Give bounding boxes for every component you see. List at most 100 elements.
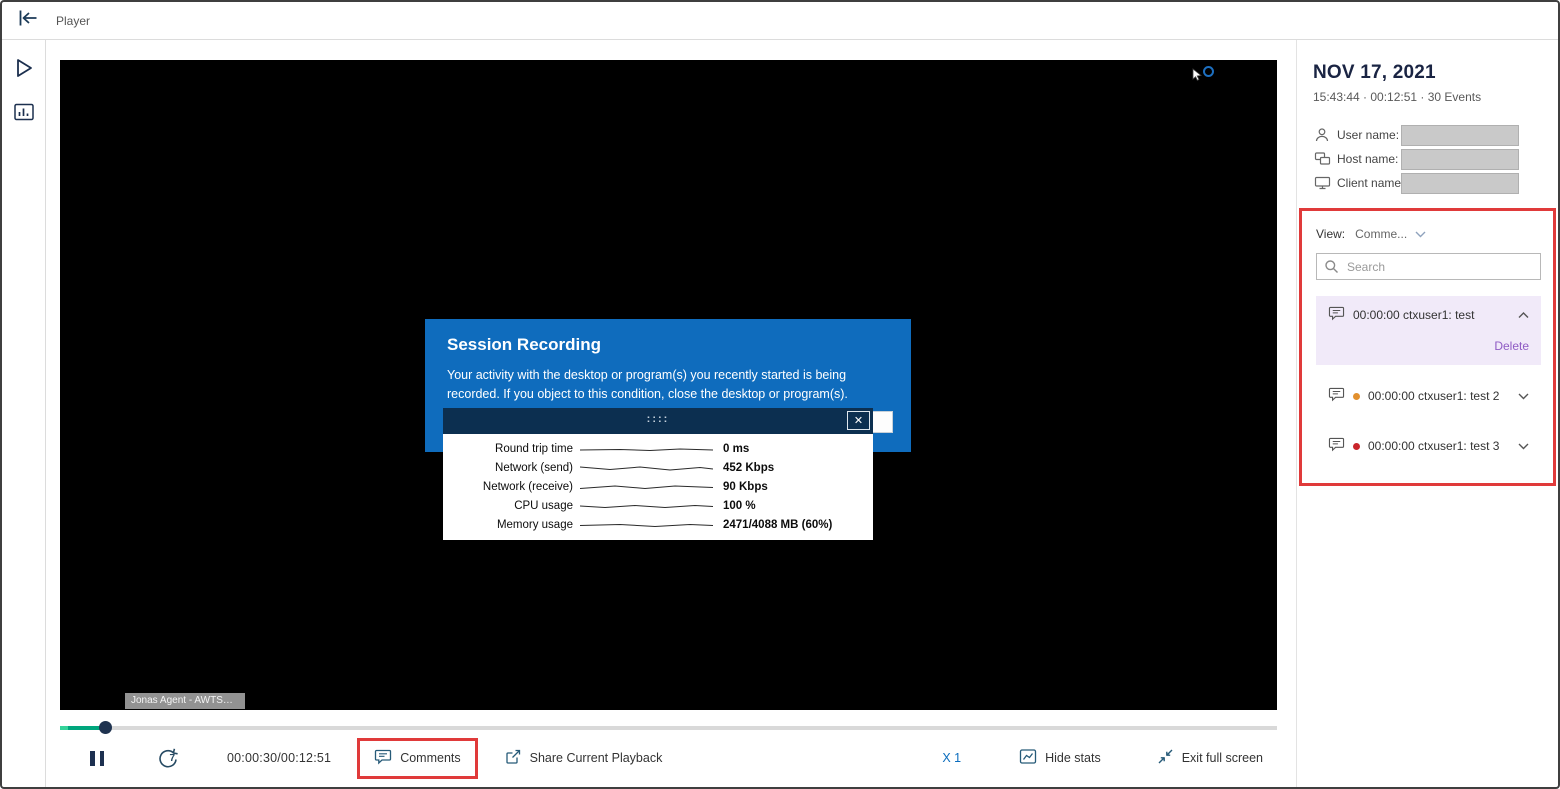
chevron-down-icon xyxy=(1518,443,1529,450)
play-icon xyxy=(14,57,34,84)
drag-handle-icon[interactable]: :::: xyxy=(647,415,670,423)
pause-icon xyxy=(90,751,104,766)
hide-stats-label: Hide stats xyxy=(1045,751,1101,765)
comment-actions: Delete xyxy=(1328,337,1529,355)
field-label: Client name: xyxy=(1337,176,1395,190)
comment-item[interactable]: 00:00:00 ctxuser1: test 3 xyxy=(1316,427,1541,465)
control-bar: 7 00:00:30/00:12:51 Comments Share Curre… xyxy=(60,734,1277,782)
chevron-down-icon xyxy=(1518,393,1529,400)
field-label: User name: xyxy=(1337,128,1395,142)
recording-info-panel: NOV 17, 2021 15:43:44 · 00:12:51 · 30 Ev… xyxy=(1296,40,1558,787)
sparkline-icon xyxy=(580,443,713,455)
comment-header[interactable]: 00:00:00 ctxuser1: test xyxy=(1328,306,1529,324)
stat-value: 452 Kbps xyxy=(713,462,774,474)
user-name-row: User name: xyxy=(1313,124,1548,146)
bar-chart-icon xyxy=(13,102,35,127)
exit-fullscreen-button[interactable]: Exit full screen xyxy=(1157,748,1263,768)
close-icon[interactable]: ✕ xyxy=(847,411,870,430)
events-stats-tab[interactable] xyxy=(12,102,36,126)
search-input[interactable] xyxy=(1316,253,1541,280)
comment-header[interactable]: 00:00:00 ctxuser1: test 3 xyxy=(1328,437,1529,455)
comment-icon xyxy=(1328,387,1345,405)
back-button[interactable] xyxy=(16,10,40,32)
seek-track[interactable] xyxy=(60,726,1277,730)
comment-icon xyxy=(1328,306,1345,324)
view-row: View: Comme... xyxy=(1316,227,1541,241)
search-icon xyxy=(1324,259,1339,279)
field-label: Host name: xyxy=(1337,152,1395,166)
comment-icon xyxy=(1328,437,1345,455)
comment-text: 00:00:00 ctxuser1: test 3 xyxy=(1368,439,1499,453)
redacted-value xyxy=(1401,125,1519,146)
host-name-row: Host name: xyxy=(1313,148,1548,170)
orange-dot-icon xyxy=(1353,393,1360,400)
stat-label: Network (send) xyxy=(443,462,580,474)
stat-value: 90 Kbps xyxy=(713,481,768,493)
comments-button[interactable]: Comments xyxy=(400,751,460,765)
sparkline-icon xyxy=(580,481,713,493)
rewind-interval-label: 7 xyxy=(169,753,175,764)
control-bar-right: X 1 Hide stats Exit full screen xyxy=(942,748,1277,768)
stat-row: Network (send) 452 Kbps xyxy=(443,458,873,477)
view-label: View: xyxy=(1316,227,1345,241)
host-icon xyxy=(1313,151,1331,167)
identity-fields: User name: Host name: Client name: xyxy=(1313,124,1548,194)
topbar: Player xyxy=(2,2,1558,40)
sparkline-icon xyxy=(580,519,713,531)
comment-item[interactable]: 00:00:00 ctxuser1: test Delete xyxy=(1316,296,1541,365)
seek-played xyxy=(60,726,104,730)
stat-row: Memory usage 2471/4088 MB (60%) xyxy=(443,515,873,534)
connection-stats-overlay: :::: ✕ Round trip time 0 ms Network (sen… xyxy=(443,408,873,540)
stat-label: Round trip time xyxy=(443,443,580,455)
share-label: Share Current Playback xyxy=(530,751,663,765)
back-icon xyxy=(17,8,39,33)
dialog-title: Session Recording xyxy=(447,335,889,355)
comment-item[interactable]: 00:00:00 ctxuser1: test 2 xyxy=(1316,377,1541,415)
player-window: Player Session Recording Your act xyxy=(0,0,1560,789)
playback-speed-button[interactable]: X 1 xyxy=(942,751,961,765)
red-dot-icon xyxy=(1353,443,1360,450)
comments-list: 00:00:00 ctxuser1: test Delete xyxy=(1316,296,1541,465)
sparkline-icon xyxy=(580,462,713,474)
comments-panel-callout: View: Comme... xyxy=(1299,208,1556,486)
chevron-down-icon xyxy=(1415,227,1426,241)
share-playback-button[interactable]: Share Current Playback xyxy=(504,748,663,769)
view-dropdown[interactable]: Comme... xyxy=(1355,227,1426,241)
left-rail xyxy=(2,40,46,787)
seek-bar[interactable] xyxy=(60,721,1277,734)
redacted-value xyxy=(1401,173,1519,194)
stat-label: Memory usage xyxy=(443,519,580,531)
page-title: Player xyxy=(56,14,90,28)
pause-button[interactable] xyxy=(90,751,104,766)
stat-row: Network (receive) 90 Kbps xyxy=(443,477,873,496)
user-icon xyxy=(1313,127,1331,143)
line-chart-icon xyxy=(1019,748,1037,768)
hide-stats-button[interactable]: Hide stats xyxy=(1019,748,1101,768)
play-tab[interactable] xyxy=(12,58,36,82)
client-name-row: Client name: xyxy=(1313,172,1548,194)
comment-header[interactable]: 00:00:00 ctxuser1: test 2 xyxy=(1328,387,1529,405)
recording-date: NOV 17, 2021 xyxy=(1313,62,1548,84)
chevron-up-icon xyxy=(1518,312,1529,319)
redacted-value xyxy=(1401,149,1519,170)
search-box xyxy=(1316,253,1541,280)
delete-comment-button[interactable]: Delete xyxy=(1494,339,1529,353)
comment-text: 00:00:00 ctxuser1: test xyxy=(1353,308,1474,322)
cursor-indicator xyxy=(1188,64,1214,84)
stat-value: 100 % xyxy=(713,500,756,512)
stat-value: 0 ms xyxy=(713,443,749,455)
video-surface: Session Recording Your activity with the… xyxy=(60,60,1277,710)
stat-row: CPU usage 100 % xyxy=(443,496,873,515)
share-icon xyxy=(504,748,522,769)
stats-titlebar: :::: ✕ xyxy=(443,408,873,434)
session-name-badge: Jonas Agent - AWTSVD... xyxy=(125,693,245,709)
rewind-icon xyxy=(156,759,179,773)
recording-meta: 15:43:44 · 00:12:51 · 30 Events xyxy=(1313,90,1548,104)
client-icon xyxy=(1313,175,1331,191)
seek-handle[interactable] xyxy=(99,721,112,734)
time-display: 00:00:30/00:12:51 xyxy=(227,751,331,765)
exit-fullscreen-icon xyxy=(1157,748,1174,768)
rewind-button[interactable]: 7 xyxy=(156,747,179,770)
stat-label: Network (receive) xyxy=(443,481,580,493)
comment-icon xyxy=(374,749,392,768)
